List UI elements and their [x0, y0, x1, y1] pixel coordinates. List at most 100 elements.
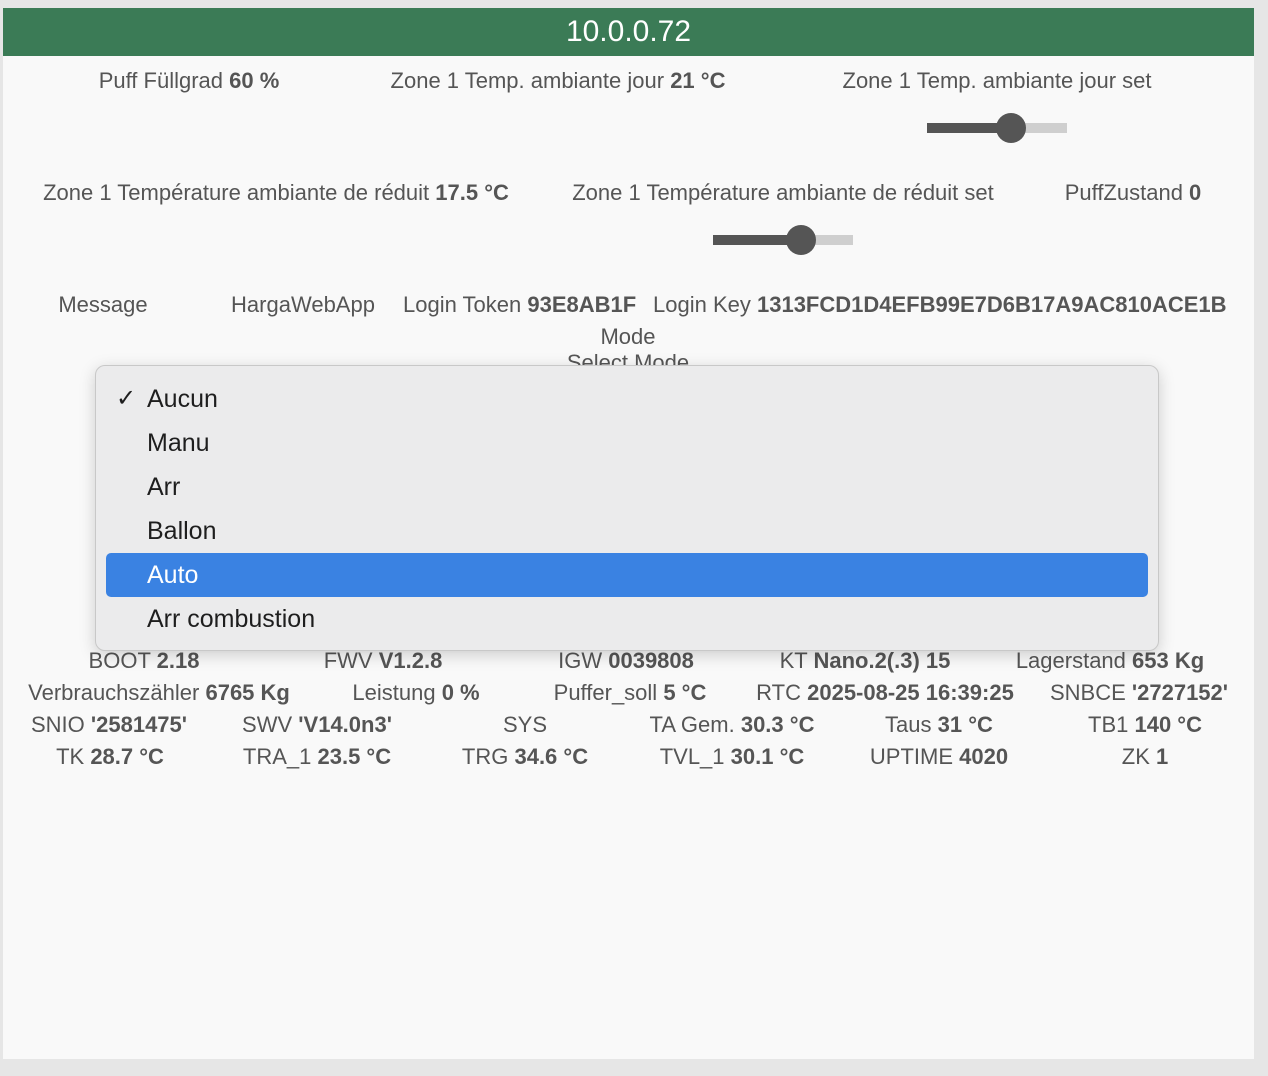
rtc: RTC 2025-08-25 16:39:25 [756, 678, 1014, 708]
mode-option-ballon[interactable]: Ballon [106, 509, 1148, 553]
zk-value: 1 [1156, 744, 1169, 769]
puffer-soll: Puffer_soll 5 °C [554, 678, 707, 708]
zone1-reduced-set-label: Zone 1 Température ambiante de réduit se… [572, 180, 994, 205]
snio-label: SNIO [30, 712, 85, 737]
tk: TK 28.7 °C [56, 742, 164, 772]
fwv-value: V1.2.8 [378, 648, 443, 673]
leist-label: Leistung [352, 680, 436, 705]
lager-value: 653 Kg [1132, 648, 1205, 673]
puff-value: 60 % [229, 68, 280, 93]
igw-label: IGW [558, 648, 603, 673]
puff-fuellgrad: Puff Füllgrad 60 % [99, 66, 280, 96]
swv-value: 'V14.0n3' [298, 712, 392, 737]
snbce-label: SNBCE [1049, 680, 1126, 705]
login-key: Login Key 1313FCD1D4EFB99E7D6B17A9AC810A… [653, 290, 1227, 320]
verb-label: Verbrauchszähler [28, 680, 200, 705]
message-label: Message [58, 292, 148, 317]
mode-option-aucun[interactable]: ✓ Aucun [106, 377, 1148, 421]
snio: SNIO '2581475' [31, 710, 187, 740]
taus: Taus 31 °C [885, 710, 993, 740]
snio-value: '2581475' [90, 712, 188, 737]
mode-select-dropdown[interactable]: ✓ Aucun Manu Arr Ballon Auto Arr combust… [95, 365, 1159, 651]
swv-label: SWV [242, 712, 293, 737]
app-label: HargaWebApp [231, 292, 375, 317]
reduced-value: 17.5 °C [435, 180, 509, 205]
puffzustand-value: 0 [1189, 180, 1202, 205]
kt-value: Nano.2(.3) 15 [813, 648, 951, 673]
tra-label: TRA_1 [242, 744, 312, 769]
tvl-label: TVL_1 [659, 744, 725, 769]
puffzustand-label: PuffZustand [1064, 180, 1183, 205]
mode-option-manu[interactable]: Manu [106, 421, 1148, 465]
tb1: TB1 140 °C [1088, 710, 1202, 740]
option-label: Auto [147, 561, 199, 589]
tk-label: TK [56, 744, 85, 769]
mode-option-arr-combustion[interactable]: Arr combustion [106, 597, 1148, 641]
slider-thumb[interactable] [786, 225, 817, 255]
zone1-day-set-slider[interactable] [927, 113, 1067, 143]
tagem-value: 30.3 °C [740, 712, 815, 737]
snbce: SNBCE '2727152' [1050, 678, 1228, 708]
igw-value: 0039808 [608, 648, 694, 673]
puffer-label: Puffer_soll [553, 680, 658, 705]
option-label: Arr combustion [147, 605, 316, 633]
boot-value: 2.18 [156, 648, 200, 673]
ta-gem: TA Gem. 30.3 °C [650, 710, 815, 740]
taus-value: 31 °C [937, 712, 993, 737]
tagem-label: TA Gem. [649, 712, 735, 737]
puffzustand: PuffZustand 0 [1065, 178, 1202, 208]
option-label: Ballon [147, 517, 217, 545]
zone1-reduced-set-slider[interactable] [713, 225, 853, 255]
uptime: UPTIME 4020 [870, 742, 1008, 772]
puff-label: Puff Füllgrad [98, 68, 224, 93]
tra-1: TRA_1 23.5 °C [243, 742, 391, 772]
snbce-value: '2727152' [1131, 680, 1229, 705]
leist-value: 0 % [441, 680, 480, 705]
reduced-label: Zone 1 Température ambiante de réduit [43, 180, 430, 205]
login-token-label: Login Token [403, 292, 522, 317]
tb1-label: TB1 [1088, 712, 1129, 737]
page-title: 10.0.0.72 [3, 8, 1254, 56]
mode-option-arr[interactable]: Arr [106, 465, 1148, 509]
fwv-label: FWV [323, 648, 373, 673]
tb1-value: 140 °C [1134, 712, 1202, 737]
zone1-reduced-temp: Zone 1 Température ambiante de réduit 17… [43, 178, 509, 208]
rtc-value: 2025-08-25 16:39:25 [807, 680, 1014, 705]
mode-option-auto[interactable]: Auto [106, 553, 1148, 597]
zk-label: ZK [1121, 744, 1150, 769]
checkmark-icon: ✓ [116, 385, 137, 412]
verb-value: 6765 Kg [205, 680, 290, 705]
boot-label: BOOT [88, 648, 151, 673]
sys-label: SYS [502, 712, 548, 737]
leistung: Leistung 0 % [352, 678, 479, 708]
uptime-label: UPTIME [869, 744, 954, 769]
uptime-value: 4020 [959, 744, 1009, 769]
lager-label: Lagerstand [1015, 648, 1126, 673]
trg: TRG 34.6 °C [462, 742, 588, 772]
tvl-1: TVL_1 30.1 °C [660, 742, 805, 772]
tk-value: 28.7 °C [90, 744, 164, 769]
login-key-label: Login Key [653, 292, 751, 317]
kt-label: KT [779, 648, 808, 673]
slider-thumb[interactable] [996, 113, 1026, 143]
login-token: Login Token 93E8AB1F [403, 290, 636, 320]
zk: ZK 1 [1122, 742, 1169, 772]
tra-value: 23.5 °C [317, 744, 392, 769]
puffer-value: 5 °C [663, 680, 707, 705]
option-label: Aucun [147, 385, 218, 413]
verbrauchszaehler: Verbrauchszähler 6765 Kg [28, 678, 290, 708]
zone1-day-value: 21 °C [670, 68, 726, 93]
rtc-label: RTC [756, 680, 801, 705]
trg-label: TRG [461, 744, 509, 769]
swv: SWV 'V14.0n3' [242, 710, 392, 740]
zone1-day-temp: Zone 1 Temp. ambiante jour 21 °C [391, 66, 726, 96]
option-label: Arr [147, 473, 181, 501]
login-token-value: 93E8AB1F [527, 292, 637, 317]
option-label: Manu [147, 429, 210, 457]
taus-label: Taus [885, 712, 932, 737]
login-key-value: 1313FCD1D4EFB99E7D6B17A9AC810ACE1B [756, 292, 1227, 317]
zone1-day-set-label: Zone 1 Temp. ambiante jour set [842, 68, 1152, 93]
trg-value: 34.6 °C [514, 744, 589, 769]
tvl-value: 30.1 °C [730, 744, 805, 769]
zone1-day-label: Zone 1 Temp. ambiante jour [390, 68, 665, 93]
